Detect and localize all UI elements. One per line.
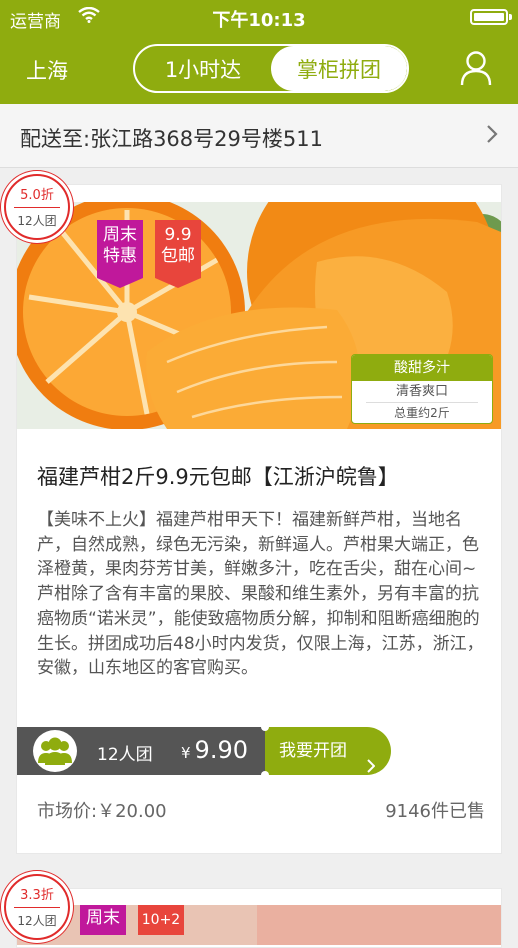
product-title[interactable]: 福建芦柑2斤9.9元包邮【江浙沪皖鲁】 bbox=[37, 461, 399, 491]
status-time: 下午10:13 bbox=[212, 10, 306, 31]
chevron-right-icon bbox=[367, 744, 376, 773]
sold-count: 9146件已售 bbox=[385, 801, 485, 822]
ribbon-free-shipping: 9.9 包邮 bbox=[155, 220, 201, 288]
taste-tag: 酸甜多汁 清香爽口 总重约2斤 bbox=[351, 354, 493, 424]
product-card[interactable]: 周末 特惠 9.9 包邮 酸甜多汁 清香爽口 总重约2斤 福建芦柑2斤9.9元包… bbox=[16, 184, 502, 854]
ribbon-weekend-special: 周末 特惠 bbox=[97, 220, 143, 288]
taste-weight: 总重约2斤 bbox=[394, 406, 450, 420]
discount-rate: 5.0折 bbox=[20, 188, 54, 203]
discount-badge: 3.3折 12人团 bbox=[4, 874, 70, 940]
discount-badge: 5.0折 12人团 bbox=[4, 174, 70, 240]
status-bar: 运营商 下午10:13 bbox=[0, 0, 518, 34]
product-image[interactable]: 周末 特惠 9.9 包邮 酸甜多汁 清香爽口 总重约2斤 bbox=[17, 202, 501, 429]
group-price: ¥9.90 bbox=[181, 736, 248, 764]
tab-group-buy[interactable]: 掌柜拼团 bbox=[271, 46, 407, 91]
badge-group-size: 12人团 bbox=[17, 214, 57, 228]
delivery-address-row[interactable]: 配送至:张江路368号29号楼511 bbox=[0, 104, 518, 168]
delivery-address: 配送至:张江路368号29号楼511 bbox=[20, 127, 323, 151]
badge-group-size: 12人团 bbox=[17, 914, 57, 928]
mode-segmented-control: 1小时达 掌柜拼团 bbox=[133, 44, 409, 93]
group-size-label: 12人团 bbox=[97, 745, 153, 765]
product-description: 【美味不上火】福建芦柑甲天下！福建新鲜芦柑，当地名产，自然成熟，绿色无污染，新鲜… bbox=[37, 510, 484, 679]
start-group-button[interactable]: 我要开团 bbox=[265, 727, 391, 775]
user-icon[interactable] bbox=[460, 50, 492, 86]
market-price: 市场价:￥20.00 bbox=[37, 801, 167, 822]
group-icon bbox=[33, 730, 77, 772]
ribbon-weekend-special: 周末 bbox=[80, 905, 126, 935]
ribbon-promo: 10+2 bbox=[138, 905, 184, 935]
taste-title: 酸甜多汁 bbox=[352, 355, 492, 381]
chevron-right-icon bbox=[486, 124, 498, 144]
taste-sub: 清香爽口 bbox=[366, 381, 478, 403]
battery-icon bbox=[470, 9, 512, 25]
group-buy-bar: 12人团 ¥9.90 我要开团 bbox=[17, 723, 391, 779]
nav-bar: 上海 1小时达 掌柜拼团 bbox=[0, 34, 518, 104]
discount-rate: 3.3折 bbox=[20, 888, 54, 903]
group-info: 12人团 ¥9.90 bbox=[17, 727, 265, 775]
tab-one-hour-delivery[interactable]: 1小时达 bbox=[135, 46, 271, 91]
city-selector[interactable]: 上海 bbox=[26, 55, 68, 85]
